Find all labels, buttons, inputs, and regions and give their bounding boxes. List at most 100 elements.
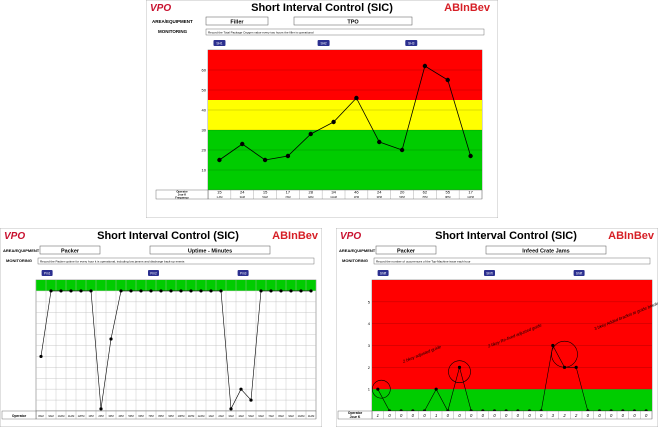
data-point: [331, 119, 336, 125]
shift-tag-label: SH3: [408, 42, 414, 46]
data-point: [59, 289, 63, 293]
data-point: [299, 289, 303, 293]
band-green: [372, 389, 652, 411]
chart-title: Short Interval Control (SIC): [435, 230, 577, 242]
table-time-cell: 11AM: [308, 414, 315, 418]
table-time-cell: 6AM: [258, 414, 263, 418]
data-point: [119, 289, 123, 293]
data-point: [199, 289, 203, 293]
data-point: [49, 289, 53, 293]
data-point: [89, 289, 93, 293]
area-equipment-label: AREA/EQUIPMENT: [339, 248, 376, 253]
abinbev-logo: ABInBev: [272, 230, 319, 242]
shift-tag-label: Pm1: [44, 272, 51, 276]
data-point: [159, 289, 163, 293]
y-tick-label: 20: [202, 148, 207, 153]
data-point: [240, 141, 245, 147]
table-time-cell: 1 AM: [216, 195, 222, 199]
monitoring-text: Record the Total Package Oxygen value ev…: [208, 31, 314, 35]
data-point: [209, 289, 213, 293]
table-time-cell: 7PM: [422, 195, 427, 199]
table-time-cell: 5AM: [262, 195, 267, 199]
data-point: [279, 289, 283, 293]
chart-panel-packer-jams: VPO Short Interval Control (SIC) ABInBev…: [336, 228, 658, 427]
data-point: [457, 365, 462, 369]
metric-value: TPO: [347, 20, 359, 26]
table-value-cell: 17: [468, 190, 473, 195]
area-equipment-label: AREA/EQUIPMENT: [152, 19, 193, 24]
data-point: [308, 131, 313, 137]
table-time-cell: 9AM: [308, 195, 313, 199]
table-value-cell: 55: [445, 190, 450, 195]
equipment-value: Packer: [397, 249, 416, 255]
table-time-cell: 11PM: [188, 414, 195, 418]
metric-value: Infeed Crate Jams: [522, 249, 569, 255]
y-tick-label: 40: [202, 108, 207, 113]
data-point: [269, 289, 273, 293]
data-point: [259, 289, 263, 293]
chart-title: Short Interval Control (SIC): [97, 230, 239, 242]
shift-tag-label: Pm3: [240, 272, 247, 276]
table-value-cell: 1: [377, 413, 379, 418]
monitoring-label: MONITORING: [342, 258, 368, 263]
area-equipment-label: AREA/EQUIPMENT: [3, 248, 40, 253]
table-value-cell: 62: [423, 190, 428, 195]
table-time-cell: 5AM: [248, 414, 253, 418]
data-point: [179, 289, 183, 293]
table-time-cell: 8AM: [278, 414, 283, 418]
data-point: [289, 289, 293, 293]
table-time-cell: 7PM: [148, 414, 153, 418]
table-time-cell: 2PM: [98, 414, 103, 418]
data-point: [189, 289, 193, 293]
data-point: [262, 157, 268, 163]
data-point: [354, 95, 359, 101]
table-value-cell: 15: [217, 190, 222, 195]
shift-tag-label: SH1: [216, 42, 222, 46]
data-point: [468, 153, 473, 159]
chart-title: Short Interval Control (SIC): [251, 2, 393, 14]
table-row-label: Operator: [12, 414, 27, 418]
table-time-cell: 10AM: [298, 414, 305, 418]
y-tick-label: 30: [202, 128, 207, 133]
table-value-cell: 46: [354, 190, 359, 195]
table-value-cell: 24: [377, 190, 382, 195]
control-bands: [207, 49, 483, 191]
monitoring-text: Record the Packer uptime for every hour …: [40, 260, 185, 264]
data-point: [249, 398, 253, 402]
table-value-cell: 15: [263, 190, 268, 195]
table-time-cell: 3AM: [228, 414, 233, 418]
equipment-value: Packer: [61, 249, 80, 255]
table-time-cell: 12AM: [198, 414, 205, 418]
vpo-logo: VPO: [4, 231, 25, 242]
data-point: [39, 354, 43, 359]
data-point: [422, 63, 428, 69]
abinbev-logo: ABInBev: [444, 2, 491, 14]
data-table: Operator 8AM 9AM 10AM 11AM 12PM 1PM 2PM 3PM 4PM 5P…: [1, 410, 317, 420]
data-point: [377, 139, 382, 145]
table-time-cell: 8AM: [38, 414, 43, 418]
table-time-cell: 1PM: [354, 195, 359, 199]
table-time-cell: 1AM: [208, 414, 213, 418]
table-row-label: Jour K: [350, 415, 361, 419]
table-value-cell: 28: [308, 190, 313, 195]
table-time-cell: 4AM: [238, 414, 243, 418]
data-point: [309, 289, 313, 293]
data-point: [69, 289, 73, 293]
data-point: [445, 77, 450, 83]
data-point: [79, 289, 83, 293]
table-time-cell: 6PM: [138, 414, 143, 418]
data-point: [376, 387, 380, 391]
table-time-cell: 8PM: [158, 414, 163, 418]
data-point: [229, 407, 233, 411]
data-point: [149, 289, 153, 293]
table-value-cell: 34: [331, 190, 336, 195]
data-point: [285, 153, 291, 159]
data-point: [239, 387, 243, 391]
table-time-cell: 10AM: [58, 414, 65, 418]
table-time-cell: 5PM: [128, 414, 133, 418]
table-value-cell: 1: [435, 413, 437, 418]
shift-tag-label: Shift: [486, 272, 492, 276]
table-time-cell: 11AM: [330, 195, 337, 199]
chart-panel-packer-uptime: VPO Short Interval Control (SIC) ABInBev…: [0, 228, 322, 427]
y-tick-label: 60: [202, 68, 207, 73]
